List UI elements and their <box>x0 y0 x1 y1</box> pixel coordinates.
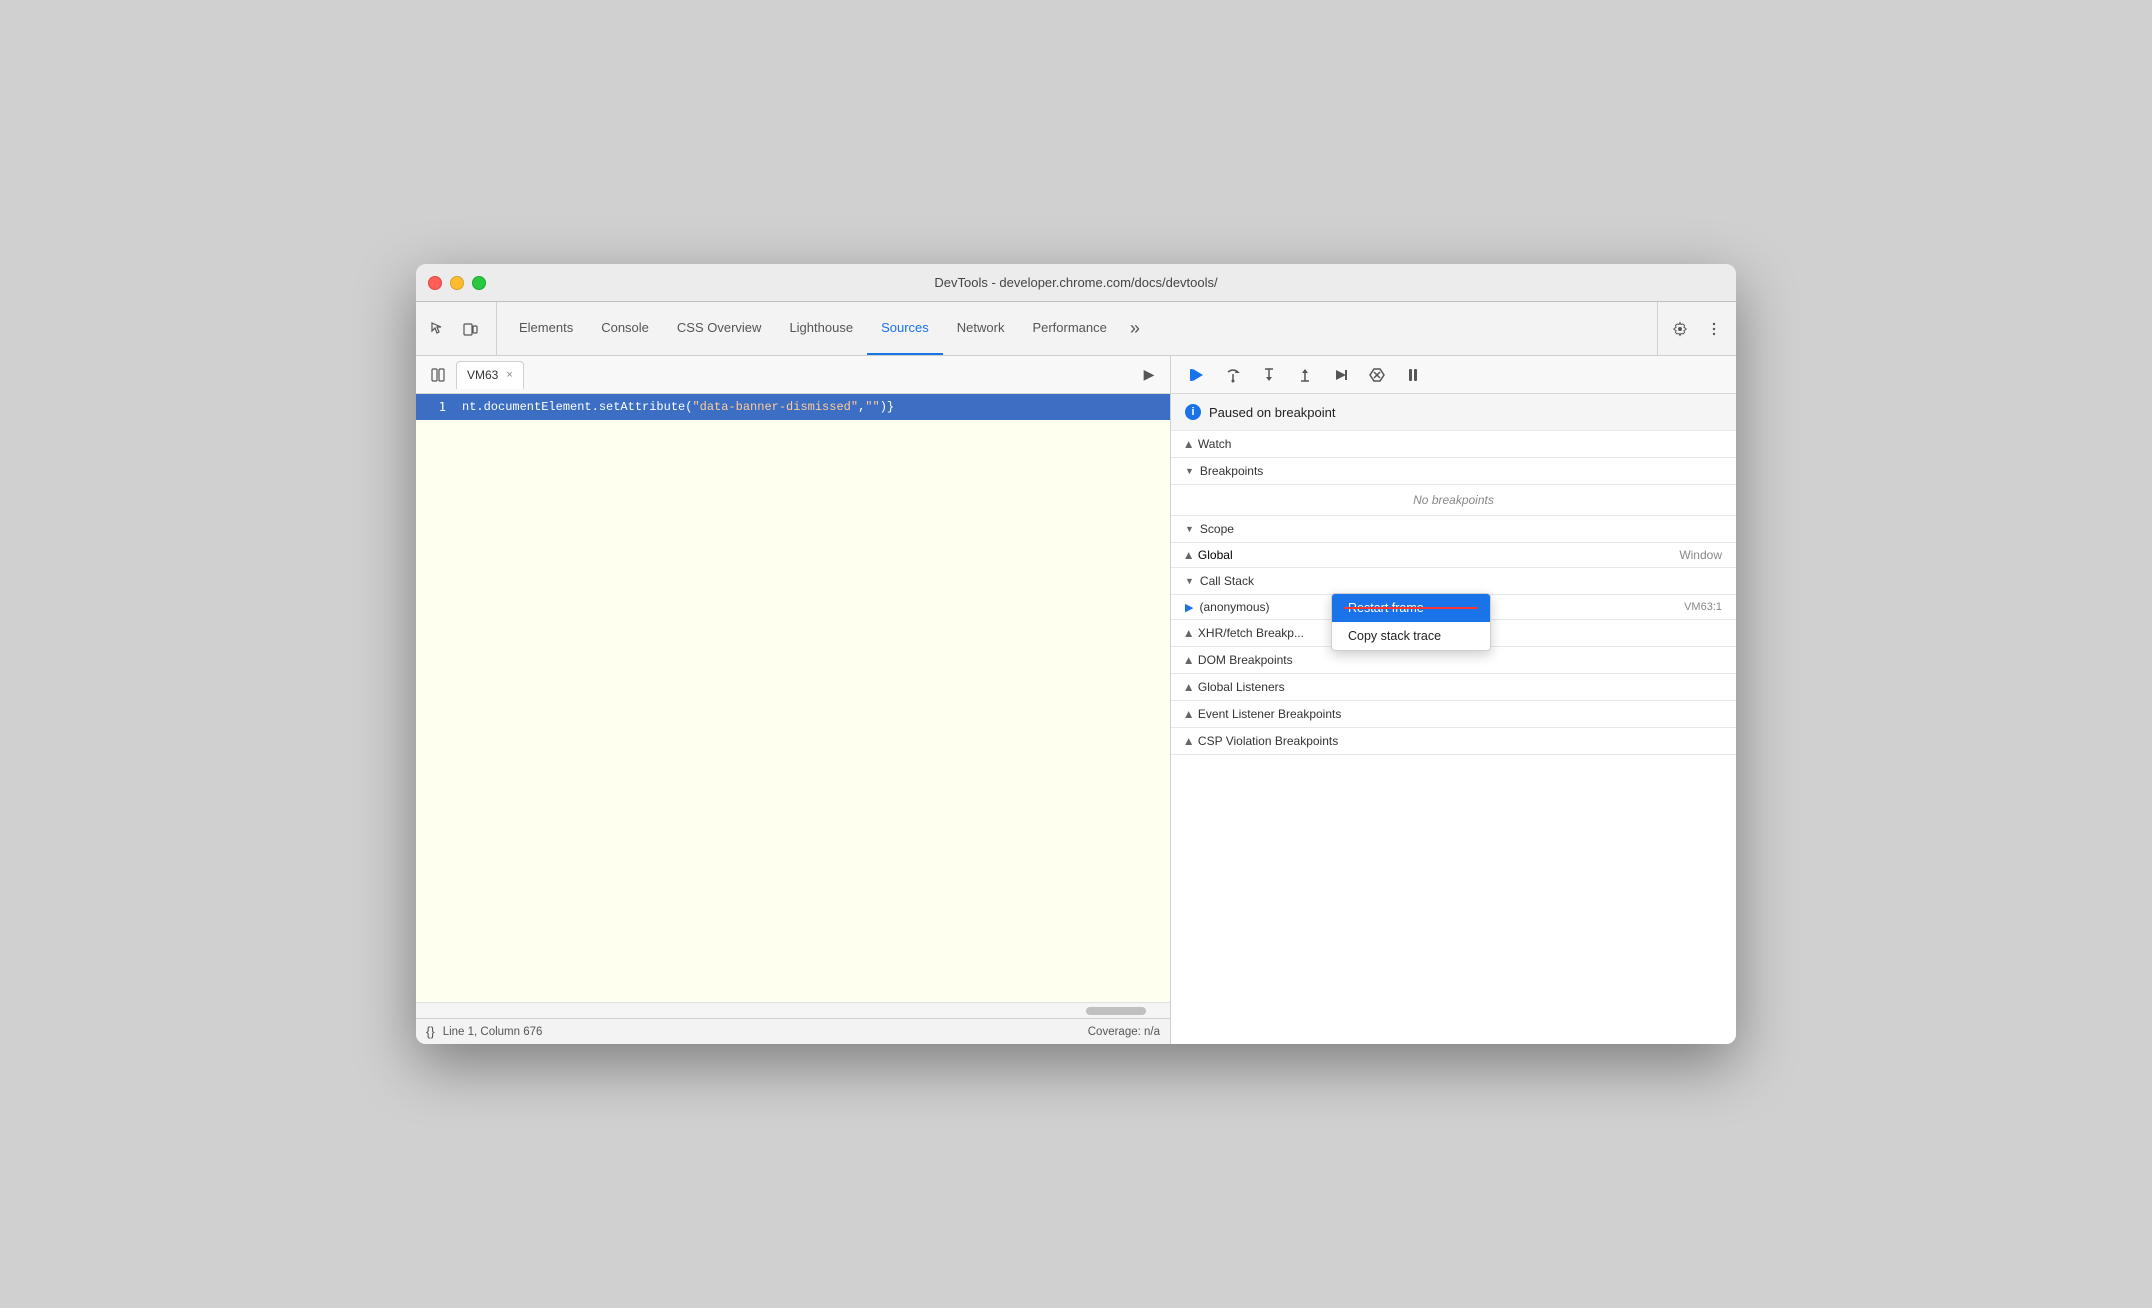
more-tabs-button[interactable]: » <box>1121 315 1149 343</box>
scope-triangle: ▼ <box>1185 524 1194 534</box>
status-bar: {} Line 1, Column 676 Coverage: n/a <box>416 1018 1170 1044</box>
watch-section-header[interactable]: ▶ Watch <box>1171 431 1736 458</box>
devtools-window: DevTools - developer.chrome.com/docs/dev… <box>416 264 1736 1044</box>
step-into-button[interactable] <box>1255 361 1283 389</box>
breakpoints-triangle: ▼ <box>1185 466 1194 476</box>
breakpoints-section-header[interactable]: ▼ Breakpoints <box>1171 458 1736 485</box>
global-label: Global <box>1198 548 1233 562</box>
global-scope-item[interactable]: ▶ Global Window <box>1171 543 1736 568</box>
global-listeners-triangle: ▶ <box>1183 684 1194 691</box>
step-over-button[interactable] <box>1219 361 1247 389</box>
csp-violation-triangle: ▶ <box>1183 738 1194 745</box>
step-button[interactable] <box>1327 361 1355 389</box>
deactivate-breakpoints-button[interactable] <box>1363 361 1391 389</box>
paused-banner: i Paused on breakpoint <box>1171 394 1736 431</box>
step-out-button[interactable] <box>1291 361 1319 389</box>
tab-elements[interactable]: Elements <box>505 302 587 355</box>
right-panel-content[interactable]: i Paused on breakpoint ▶ Watch ▼ Breakpo… <box>1171 394 1736 1044</box>
code-area[interactable]: 1 nt.documentElement.setAttribute("data-… <box>416 394 1170 1002</box>
tab-sources[interactable]: Sources <box>867 302 943 355</box>
minimize-button[interactable] <box>450 276 464 290</box>
file-tab-close[interactable]: × <box>506 369 512 381</box>
anonymous-function-name: (anonymous) <box>1199 600 1269 614</box>
close-button[interactable] <box>428 276 442 290</box>
event-listener-triangle: ▶ <box>1183 711 1194 718</box>
dom-breakpoints-triangle: ▶ <box>1183 657 1194 664</box>
dom-breakpoints-label: DOM Breakpoints <box>1198 653 1293 667</box>
event-listener-section-header[interactable]: ▶ Event Listener Breakpoints <box>1171 701 1736 728</box>
breakpoints-label: Breakpoints <box>1200 464 1263 478</box>
scope-label: Scope <box>1200 522 1234 536</box>
status-left: {} Line 1, Column 676 <box>426 1024 542 1039</box>
horizontal-scrollbar-thumb[interactable] <box>1086 1007 1146 1015</box>
call-stack-label: Call Stack <box>1200 574 1254 588</box>
info-icon: i <box>1185 404 1201 420</box>
line-number-1: 1 <box>416 400 456 414</box>
csp-violation-section-header[interactable]: ▶ CSP Violation Breakpoints <box>1171 728 1736 755</box>
anonymous-location: VM63:1 <box>1684 601 1722 613</box>
dom-breakpoints-section-header[interactable]: ▶ DOM Breakpoints <box>1171 647 1736 674</box>
resume-button[interactable] <box>1183 361 1211 389</box>
code-content-1: nt.documentElement.setAttribute("data-ba… <box>456 400 894 414</box>
csp-violation-label: CSP Violation Breakpoints <box>1198 734 1338 748</box>
call-stack-container: ▶ (anonymous) VM63:1 Restart frame Copy … <box>1171 595 1736 620</box>
global-triangle: ▶ <box>1183 552 1194 559</box>
file-tab-name: VM63 <box>467 368 498 382</box>
toolbar-icons <box>424 302 497 355</box>
tabs-list: Elements Console CSS Overview Lighthouse… <box>505 302 1149 355</box>
window-title: DevTools - developer.chrome.com/docs/dev… <box>934 275 1217 290</box>
settings-button[interactable] <box>1666 315 1694 343</box>
status-right: Coverage: n/a <box>1088 1026 1160 1038</box>
secondary-toolbar: VM63 × ▶ <box>416 356 1170 394</box>
event-listener-label: Event Listener Breakpoints <box>1198 707 1341 721</box>
tab-performance[interactable]: Performance <box>1018 302 1120 355</box>
restart-frame-menu-item[interactable]: Restart frame <box>1332 594 1490 622</box>
right-panel: i Paused on breakpoint ▶ Watch ▼ Breakpo… <box>1171 356 1736 1044</box>
toolbar-right <box>1657 302 1728 355</box>
call-arrow-icon: ▶ <box>1185 601 1193 614</box>
code-line-1: 1 nt.documentElement.setAttribute("data-… <box>416 394 1170 420</box>
maximize-button[interactable] <box>472 276 486 290</box>
code-scrollbar[interactable] <box>416 1002 1170 1018</box>
xhr-fetch-label: XHR/fetch Breakp... <box>1198 626 1304 640</box>
xhr-fetch-triangle: ▶ <box>1183 630 1194 637</box>
global-listeners-label: Global Listeners <box>1198 680 1285 694</box>
device-toolbar-button[interactable] <box>456 315 484 343</box>
code-panel: VM63 × ▶ 1 nt.documentElement.setAttribu… <box>416 356 1171 1044</box>
call-stack-section-header[interactable]: ▼ Call Stack <box>1171 568 1736 595</box>
show-navigator-button[interactable] <box>424 361 452 389</box>
scope-section-header[interactable]: ▼ Scope <box>1171 516 1736 543</box>
inspect-element-button[interactable] <box>424 315 452 343</box>
watch-label: Watch <box>1198 437 1232 451</box>
coverage-status: Coverage: n/a <box>1088 1026 1160 1038</box>
tab-console[interactable]: Console <box>587 302 663 355</box>
top-toolbar: Elements Console CSS Overview Lighthouse… <box>416 302 1736 356</box>
title-bar: DevTools - developer.chrome.com/docs/dev… <box>416 264 1736 302</box>
pretty-print-button[interactable]: {} <box>426 1024 435 1039</box>
more-options-button[interactable] <box>1700 315 1728 343</box>
debug-toolbar <box>1171 356 1736 394</box>
tab-css-overview[interactable]: CSS Overview <box>663 302 776 355</box>
global-value: Window <box>1679 548 1722 562</box>
copy-stack-trace-menu-item[interactable]: Copy stack trace <box>1332 622 1490 650</box>
traffic-lights <box>428 276 486 290</box>
main-content: VM63 × ▶ 1 nt.documentElement.setAttribu… <box>416 356 1736 1044</box>
file-tab-vm63[interactable]: VM63 × <box>456 361 524 389</box>
global-listeners-section-header[interactable]: ▶ Global Listeners <box>1171 674 1736 701</box>
play-button[interactable]: ▶ <box>1136 362 1162 388</box>
no-breakpoints-text: No breakpoints <box>1171 485 1736 516</box>
context-menu: Restart frame Copy stack trace <box>1331 593 1491 651</box>
paused-text: Paused on breakpoint <box>1209 405 1335 420</box>
devtools-container: Elements Console CSS Overview Lighthouse… <box>416 302 1736 1044</box>
tab-lighthouse[interactable]: Lighthouse <box>775 302 867 355</box>
watch-triangle: ▶ <box>1183 441 1194 448</box>
tab-network[interactable]: Network <box>943 302 1019 355</box>
call-stack-triangle: ▼ <box>1185 576 1194 586</box>
cursor-position: Line 1, Column 676 <box>443 1026 543 1038</box>
pause-on-exceptions-button[interactable] <box>1399 361 1427 389</box>
